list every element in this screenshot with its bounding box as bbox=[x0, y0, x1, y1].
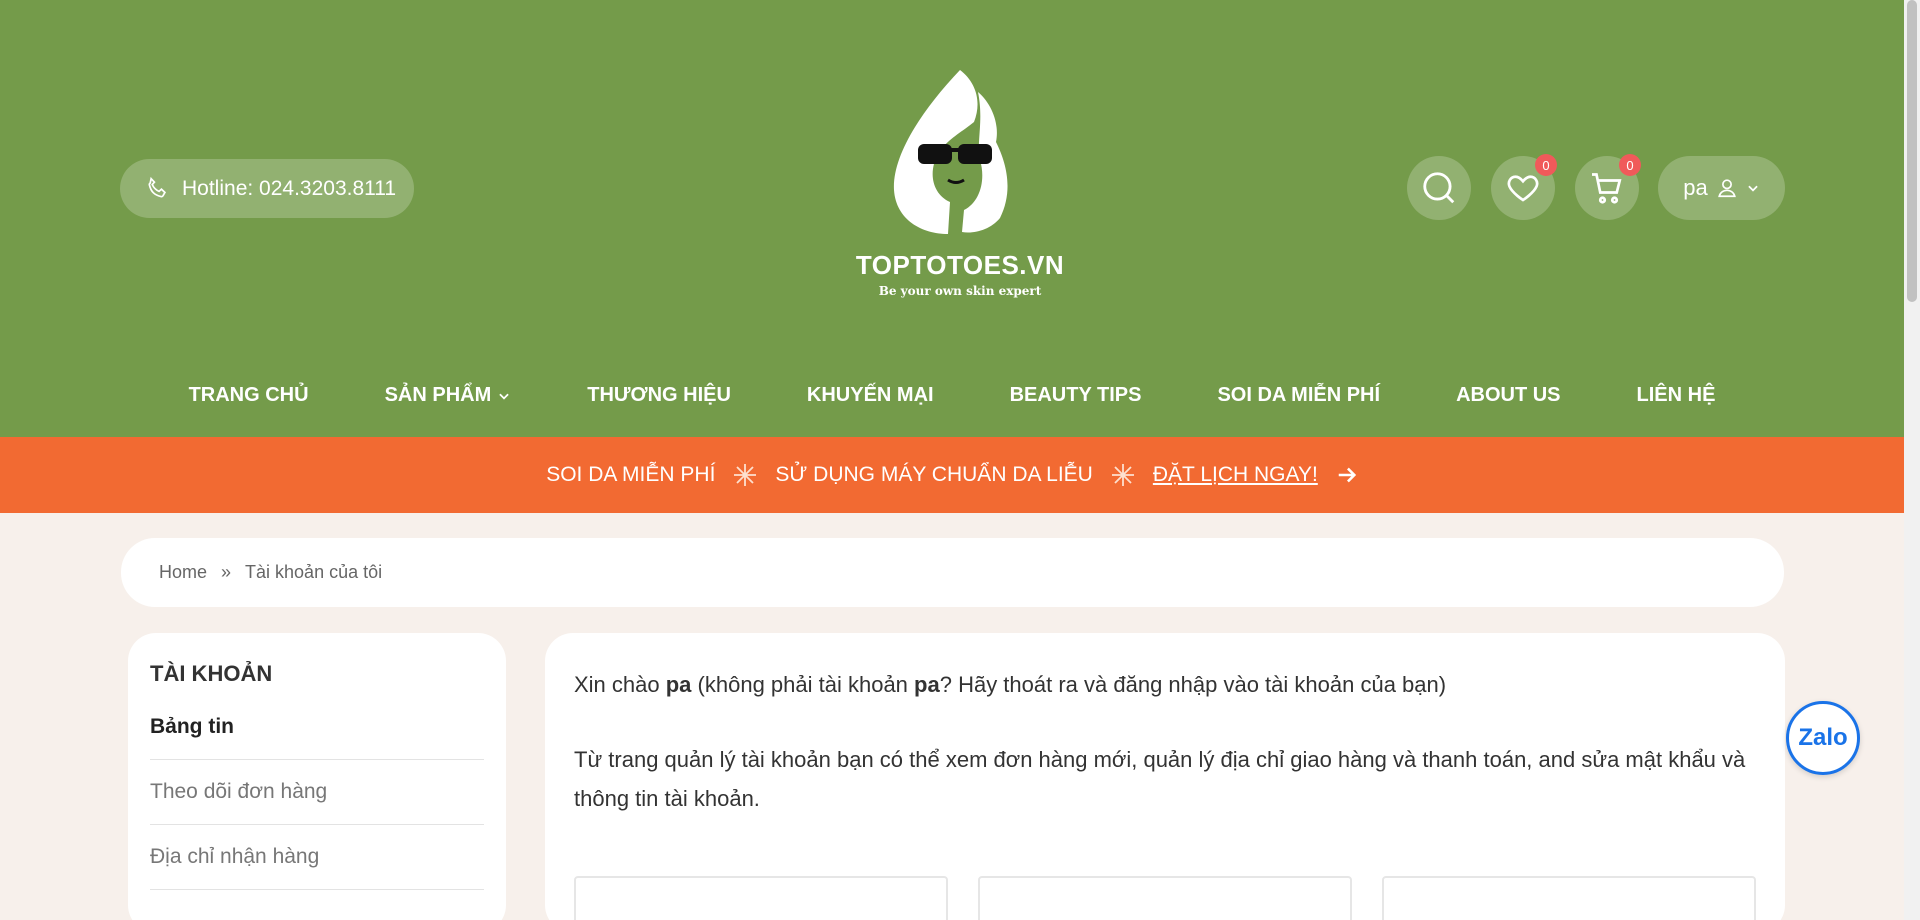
promo-text-2: SỬ DỤNG MÁY CHUẨN DA LIỄU bbox=[775, 463, 1093, 486]
logo-tagline: Be your own skin expert bbox=[878, 284, 1042, 298]
zalo-chat-button[interactable]: Zalo bbox=[1786, 701, 1860, 775]
nav-item-products[interactable]: SẢN PHẨM bbox=[385, 384, 512, 407]
hotline-label: Hotline: 024.3203.8111 bbox=[182, 176, 397, 200]
site-logo[interactable]: TOPTOTOES.VN Be your own skin expert bbox=[850, 62, 1070, 312]
promo-cta-link[interactable]: ĐẶT LỊCH NGAY! bbox=[1153, 463, 1318, 487]
breadcrumb-separator: » bbox=[221, 562, 232, 582]
sidebar-item-order-tracking[interactable]: Theo dõi đơn hàng bbox=[150, 780, 484, 825]
nav-item-promotions[interactable]: KHUYẾN MẠI bbox=[807, 384, 934, 407]
nav-item-home[interactable]: TRANG CHỦ bbox=[189, 384, 309, 407]
sidebar-item-addresses[interactable]: Địa chỉ nhận hàng bbox=[150, 845, 484, 890]
dashboard-card[interactable] bbox=[978, 876, 1352, 920]
logo-mark bbox=[893, 70, 1008, 234]
cart-icon bbox=[1592, 173, 1622, 204]
greeting-mid: (không phải tài khoản bbox=[691, 672, 915, 697]
search-button[interactable] bbox=[1407, 156, 1471, 220]
greeting-username-2: pa bbox=[914, 672, 940, 697]
wishlist-button[interactable]: 0 bbox=[1491, 154, 1557, 220]
dashboard-card[interactable] bbox=[1382, 876, 1756, 920]
user-name: pa bbox=[1683, 175, 1708, 200]
nav-item-products-label: SẢN PHẨM bbox=[384, 384, 492, 406]
promo-banner: SOI DA MIỄN PHÍ SỬ DỤNG MÁY CHUẨN DA LIỄ… bbox=[0, 437, 1904, 513]
chevron-down-icon bbox=[1748, 185, 1758, 192]
phone-icon bbox=[148, 176, 167, 198]
greeting-text: Xin chào pa (không phải tài khoản pa? Hã… bbox=[574, 665, 1756, 704]
account-sidebar: TÀI KHOẢN Bảng tin Theo dõi đơn hàng Địa… bbox=[128, 633, 506, 920]
dashboard-cards bbox=[574, 876, 1756, 920]
dashboard-card[interactable] bbox=[574, 876, 948, 920]
greeting-username: pa bbox=[665, 672, 692, 697]
logo-text: TOPTOTOES.VN bbox=[855, 250, 1065, 280]
zalo-label: Zalo bbox=[1798, 724, 1848, 751]
heart-icon bbox=[1507, 175, 1539, 202]
wishlist-count-badge: 0 bbox=[1535, 154, 1557, 176]
search-icon bbox=[1423, 172, 1455, 204]
nav-item-about-us[interactable]: ABOUT US bbox=[1456, 384, 1560, 407]
breadcrumb-home-link[interactable]: Home bbox=[159, 562, 207, 583]
sidebar-title: TÀI KHOẢN bbox=[150, 661, 273, 686]
nav-item-contact[interactable]: LIÊN HỆ bbox=[1637, 384, 1716, 407]
user-icon bbox=[1717, 179, 1736, 198]
sidebar-item-dashboard[interactable]: Bảng tin bbox=[150, 715, 484, 760]
greeting-suffix: ? Hãy thoát ra và đăng nhập vào tài khoả… bbox=[939, 672, 1447, 697]
account-main-panel: Xin chào pa (không phải tài khoản pa? Hã… bbox=[545, 633, 1785, 920]
page-scrollbar[interactable] bbox=[1904, 0, 1920, 920]
arrow-right-icon[interactable] bbox=[1336, 464, 1358, 486]
chevron-down-icon bbox=[499, 393, 509, 400]
cart-count-badge: 0 bbox=[1619, 154, 1641, 176]
nav-item-brands[interactable]: THƯƠNG HIỆU bbox=[587, 384, 731, 407]
breadcrumb: Home » Tài khoản của tôi bbox=[121, 538, 1784, 607]
site-header: Hotline: 024.3203.8111 TOPTOTOES.VN Be y… bbox=[0, 0, 1904, 437]
account-description: Từ trang quản lý tài khoản bạn có thể xe… bbox=[574, 747, 1746, 811]
nav-item-skin-analysis[interactable]: SOI DA MIỄN PHÍ bbox=[1217, 384, 1380, 407]
main-nav: TRANG CHỦ SẢN PHẨM THƯƠNG HIỆU KHUYẾN MẠ… bbox=[0, 384, 1904, 407]
breadcrumb-current: Tài khoản của tôi bbox=[245, 562, 383, 582]
greeting-prefix: Xin chào bbox=[574, 672, 666, 697]
promo-text-1: SOI DA MIỄN PHÍ bbox=[546, 463, 716, 486]
sparkle-icon bbox=[1111, 464, 1134, 486]
user-account-button[interactable]: pa bbox=[1658, 156, 1785, 220]
nav-item-beauty-tips[interactable]: BEAUTY TIPS bbox=[1010, 384, 1142, 407]
sparkle-icon bbox=[734, 464, 757, 486]
scrollbar-thumb[interactable] bbox=[1907, 0, 1917, 302]
hotline-button[interactable]: Hotline: 024.3203.8111 bbox=[120, 159, 414, 218]
cart-button[interactable]: 0 bbox=[1575, 154, 1641, 220]
